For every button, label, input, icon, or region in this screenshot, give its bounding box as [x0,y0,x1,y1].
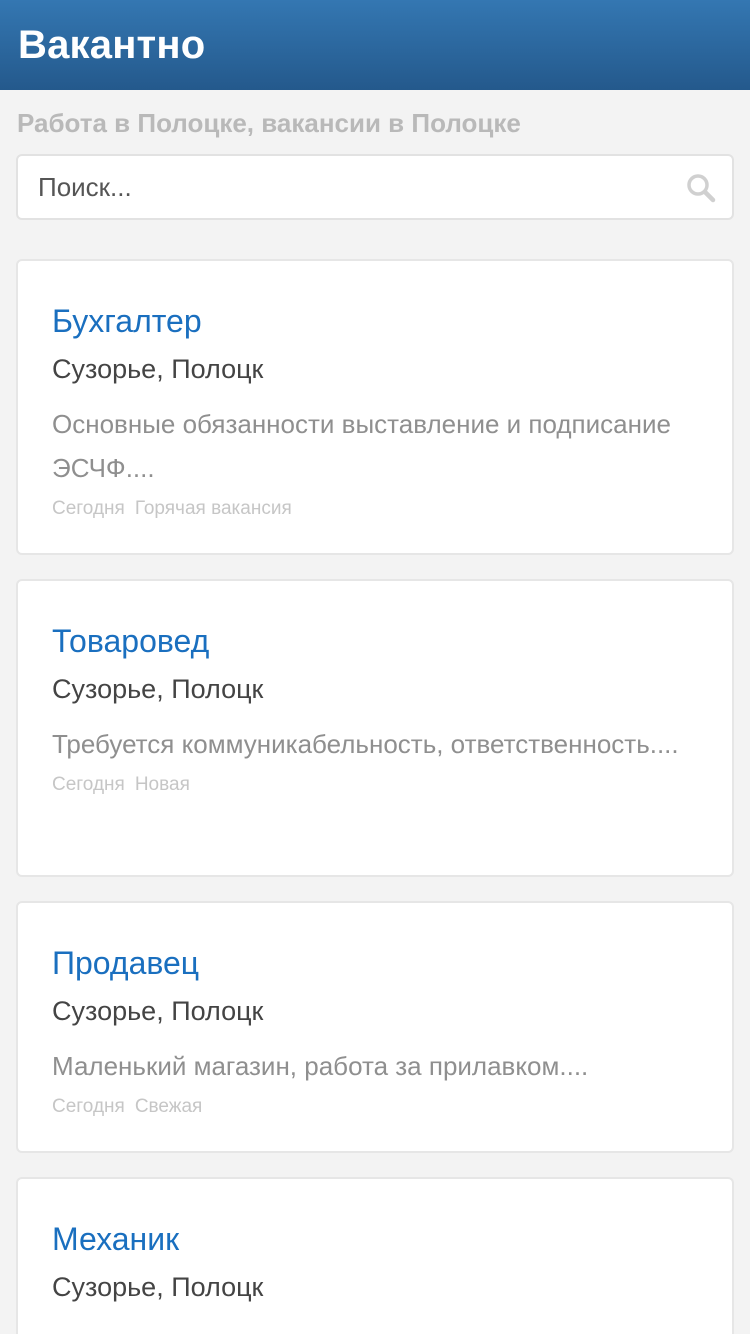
vacancy-card[interactable]: Бухгалтер Сузорье, Полоцк Основные обяза… [16,259,734,555]
vacancy-title-link[interactable]: Товаровед [52,619,209,663]
vacancy-tag: Новая [134,774,190,795]
vacancy-description: Требуется коммуникабельность, ответствен… [52,729,679,759]
vacancy-date: Сегодня [52,774,125,795]
vacancy-description: Маленький магазин, работа за прилавком..… [52,1051,589,1081]
vacancy-tag: Горячая вакансия [134,498,292,519]
app-title[interactable]: Вакантно [18,0,750,90]
vacancy-title-link[interactable]: Механик [52,1217,179,1261]
vacancy-card[interactable]: Механик Сузорье, Полоцк [16,1177,734,1334]
vacancy-description: Основные обязанности выставление и подпи… [52,409,671,483]
vacancy-location: Сузорье, Полоцк [52,354,264,384]
search-input[interactable] [18,156,658,218]
vacancy-location: Сузорье, Полоцк [52,996,264,1026]
vacancy-date: Сегодня [52,1096,125,1117]
vacancy-card[interactable]: Продавец Сузорье, Полоцк Маленький магаз… [16,901,734,1153]
vacancy-tag: Свежая [134,1096,203,1117]
vacancy-date: Сегодня [52,498,125,519]
vacancy-card[interactable]: Товаровед Сузорье, Полоцк Требуется комм… [16,579,734,877]
vacancy-meta: Сегодня Горячая вакансия [52,496,698,522]
page-subtitle: Работа в Полоцке, вакансии в Полоцке [17,108,521,138]
search-box [16,154,734,220]
vacancy-meta: Сегодня Свежая [52,1094,698,1120]
app-header: Вакантно [0,0,750,90]
vacancy-title-link[interactable]: Продавец [52,941,199,985]
vacancy-location: Сузорье, Полоцк [52,1272,264,1302]
vacancy-location: Сузорье, Полоцк [52,674,264,704]
search-icon[interactable] [686,173,716,203]
vacancy-title-link[interactable]: Бухгалтер [52,299,202,343]
vacancy-meta: Сегодня Новая [52,772,698,798]
